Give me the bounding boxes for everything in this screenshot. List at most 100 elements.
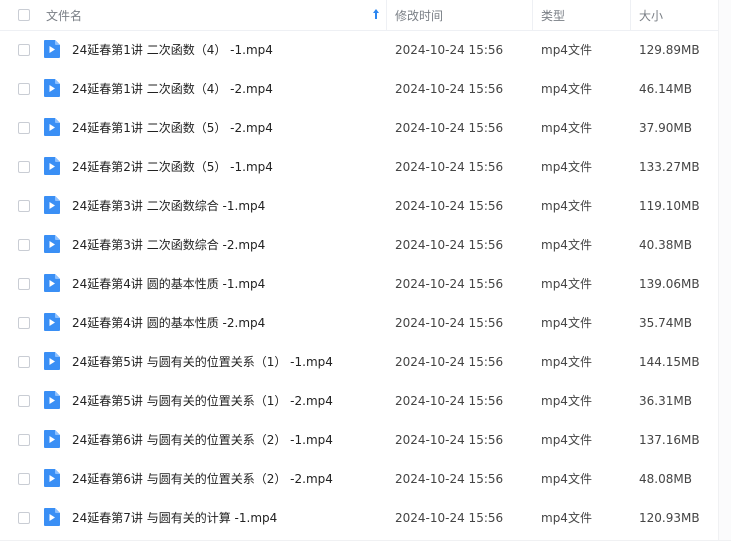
file-name[interactable]: 24延春第5讲 与圆有关的位置关系（1） -2.mp4 [72,381,333,420]
table-row[interactable]: 24延春第5讲 与圆有关的位置关系（1） -2.mp4 2024-10-24 15… [0,381,731,420]
row-select-cell[interactable] [18,459,34,498]
table-row[interactable]: 24延春第2讲 二次函数（5） -1.mp4 2024-10-24 15:56 mp… [0,147,731,186]
header-name[interactable]: 文件名 [46,0,386,30]
row-select-cell[interactable] [18,30,34,69]
file-modified-time: 2024-10-24 15:56 [395,471,504,486]
select-all-checkbox[interactable] [18,9,30,21]
table-row[interactable]: 24延春第6讲 与圆有关的位置关系（2） -2.mp4 2024-10-24 15… [0,459,731,498]
row-select-cell[interactable] [18,381,34,420]
file-list: 文件名 修改时间 类型 大小 24延春第1讲 二次函数（4） -1.mp4 202… [0,0,731,551]
video-file-icon [44,40,60,58]
row-checkbox[interactable] [18,355,30,368]
table-row[interactable]: 24延春第4讲 圆的基本性质 -1.mp4 2024-10-24 15:56 mp4… [0,264,731,303]
row-select-cell[interactable] [18,186,34,225]
row-select-cell[interactable] [18,108,34,147]
row-checkbox[interactable] [18,82,30,95]
row-checkbox[interactable] [18,433,30,446]
file-name[interactable]: 24延春第1讲 二次函数（5） -2.mp4 [72,108,273,147]
row-checkbox[interactable] [18,394,30,407]
table-row[interactable]: 24延春第7讲 与圆有关的计算 -1.mp4 2024-10-24 15:56 mp… [0,498,731,537]
file-name[interactable]: 24延春第6讲 与圆有关的位置关系（2） -2.mp4 [72,459,333,498]
video-file-icon [44,352,60,370]
row-checkbox[interactable] [18,121,30,134]
video-file-icon [44,469,60,487]
row-select-cell[interactable] [18,498,34,537]
row-checkbox[interactable] [18,238,30,251]
row-checkbox[interactable] [18,199,30,212]
file-size: 40.38MB [639,237,692,252]
video-file-icon [44,508,60,526]
file-name[interactable]: 24延春第5讲 与圆有关的位置关系（1） -1.mp4 [72,342,333,381]
select-all-cell[interactable] [18,0,34,30]
file-modified-time: 2024-10-24 15:56 [395,354,504,369]
file-type: mp4文件 [541,355,592,369]
file-name[interactable]: 24延春第4讲 圆的基本性质 -1.mp4 [72,264,265,303]
row-checkbox[interactable] [18,316,30,329]
file-size: 36.31MB [639,393,692,408]
row-checkbox[interactable] [18,472,30,485]
header-divider[interactable] [386,0,387,30]
list-header: 文件名 修改时间 类型 大小 [0,0,731,31]
file-name[interactable]: 24延春第2讲 二次函数（5） -1.mp4 [72,147,273,186]
scrollbar-track[interactable] [718,0,731,550]
video-file-icon [44,157,60,175]
file-type: mp4文件 [541,238,592,252]
list-footer [0,540,731,551]
file-name[interactable]: 24延春第4讲 圆的基本性质 -2.mp4 [72,303,265,342]
file-size: 133.27MB [639,159,700,174]
video-file-icon [44,235,60,253]
file-type: mp4文件 [541,316,592,330]
file-size: 129.89MB [639,42,700,57]
file-type: mp4文件 [541,472,592,486]
table-row[interactable]: 24延春第3讲 二次函数综合 -2.mp4 2024-10-24 15:56 mp4… [0,225,731,264]
file-name[interactable]: 24延春第6讲 与圆有关的位置关系（2） -1.mp4 [72,420,333,459]
header-divider[interactable] [630,0,631,30]
file-size: 144.15MB [639,354,700,369]
row-select-cell[interactable] [18,420,34,459]
file-modified-time: 2024-10-24 15:56 [395,42,504,57]
file-type: mp4文件 [541,277,592,291]
row-checkbox[interactable] [18,277,30,290]
table-row[interactable]: 24延春第1讲 二次函数（5） -2.mp4 2024-10-24 15:56 mp… [0,108,731,147]
file-size: 137.16MB [639,432,700,447]
video-file-icon [44,79,60,97]
file-modified-time: 2024-10-24 15:56 [395,159,504,174]
header-size[interactable]: 大小 [639,0,719,30]
row-select-cell[interactable] [18,303,34,342]
sort-arrow-icon[interactable] [372,8,380,20]
file-name[interactable]: 24延春第7讲 与圆有关的计算 -1.mp4 [72,498,277,537]
table-row[interactable]: 24延春第4讲 圆的基本性质 -2.mp4 2024-10-24 15:56 mp4… [0,303,731,342]
file-type: mp4文件 [541,433,592,447]
file-modified-time: 2024-10-24 15:56 [395,81,504,96]
file-type: mp4文件 [541,121,592,135]
file-modified-time: 2024-10-24 15:56 [395,315,504,330]
table-row[interactable]: 24延春第5讲 与圆有关的位置关系（1） -1.mp4 2024-10-24 15… [0,342,731,381]
row-checkbox[interactable] [18,160,30,173]
table-row[interactable]: 24延春第1讲 二次函数（4） -1.mp4 2024-10-24 15:56 mp… [0,30,731,69]
row-checkbox[interactable] [18,511,30,524]
file-modified-time: 2024-10-24 15:56 [395,510,504,525]
row-select-cell[interactable] [18,342,34,381]
file-name[interactable]: 24延春第3讲 二次函数综合 -2.mp4 [72,225,265,264]
file-type: mp4文件 [541,43,592,57]
file-modified-time: 2024-10-24 15:56 [395,237,504,252]
file-size: 120.93MB [639,510,700,525]
row-select-cell[interactable] [18,69,34,108]
file-size: 119.10MB [639,198,700,213]
row-select-cell[interactable] [18,147,34,186]
table-row[interactable]: 24延春第1讲 二次函数（4） -2.mp4 2024-10-24 15:56 mp… [0,69,731,108]
table-row[interactable]: 24延春第6讲 与圆有关的位置关系（2） -1.mp4 2024-10-24 15… [0,420,731,459]
table-row[interactable]: 24延春第3讲 二次函数综合 -1.mp4 2024-10-24 15:56 mp4… [0,186,731,225]
file-type: mp4文件 [541,82,592,96]
header-type[interactable]: 类型 [541,0,631,30]
header-time[interactable]: 修改时间 [395,0,535,30]
file-name[interactable]: 24延春第1讲 二次函数（4） -1.mp4 [72,30,273,69]
file-name[interactable]: 24延春第1讲 二次函数（4） -2.mp4 [72,69,273,108]
row-select-cell[interactable] [18,264,34,303]
file-name[interactable]: 24延春第3讲 二次函数综合 -1.mp4 [72,186,265,225]
header-divider[interactable] [532,0,533,30]
file-size: 35.74MB [639,315,692,330]
row-checkbox[interactable] [18,43,30,56]
row-select-cell[interactable] [18,225,34,264]
file-size: 48.08MB [639,471,692,486]
